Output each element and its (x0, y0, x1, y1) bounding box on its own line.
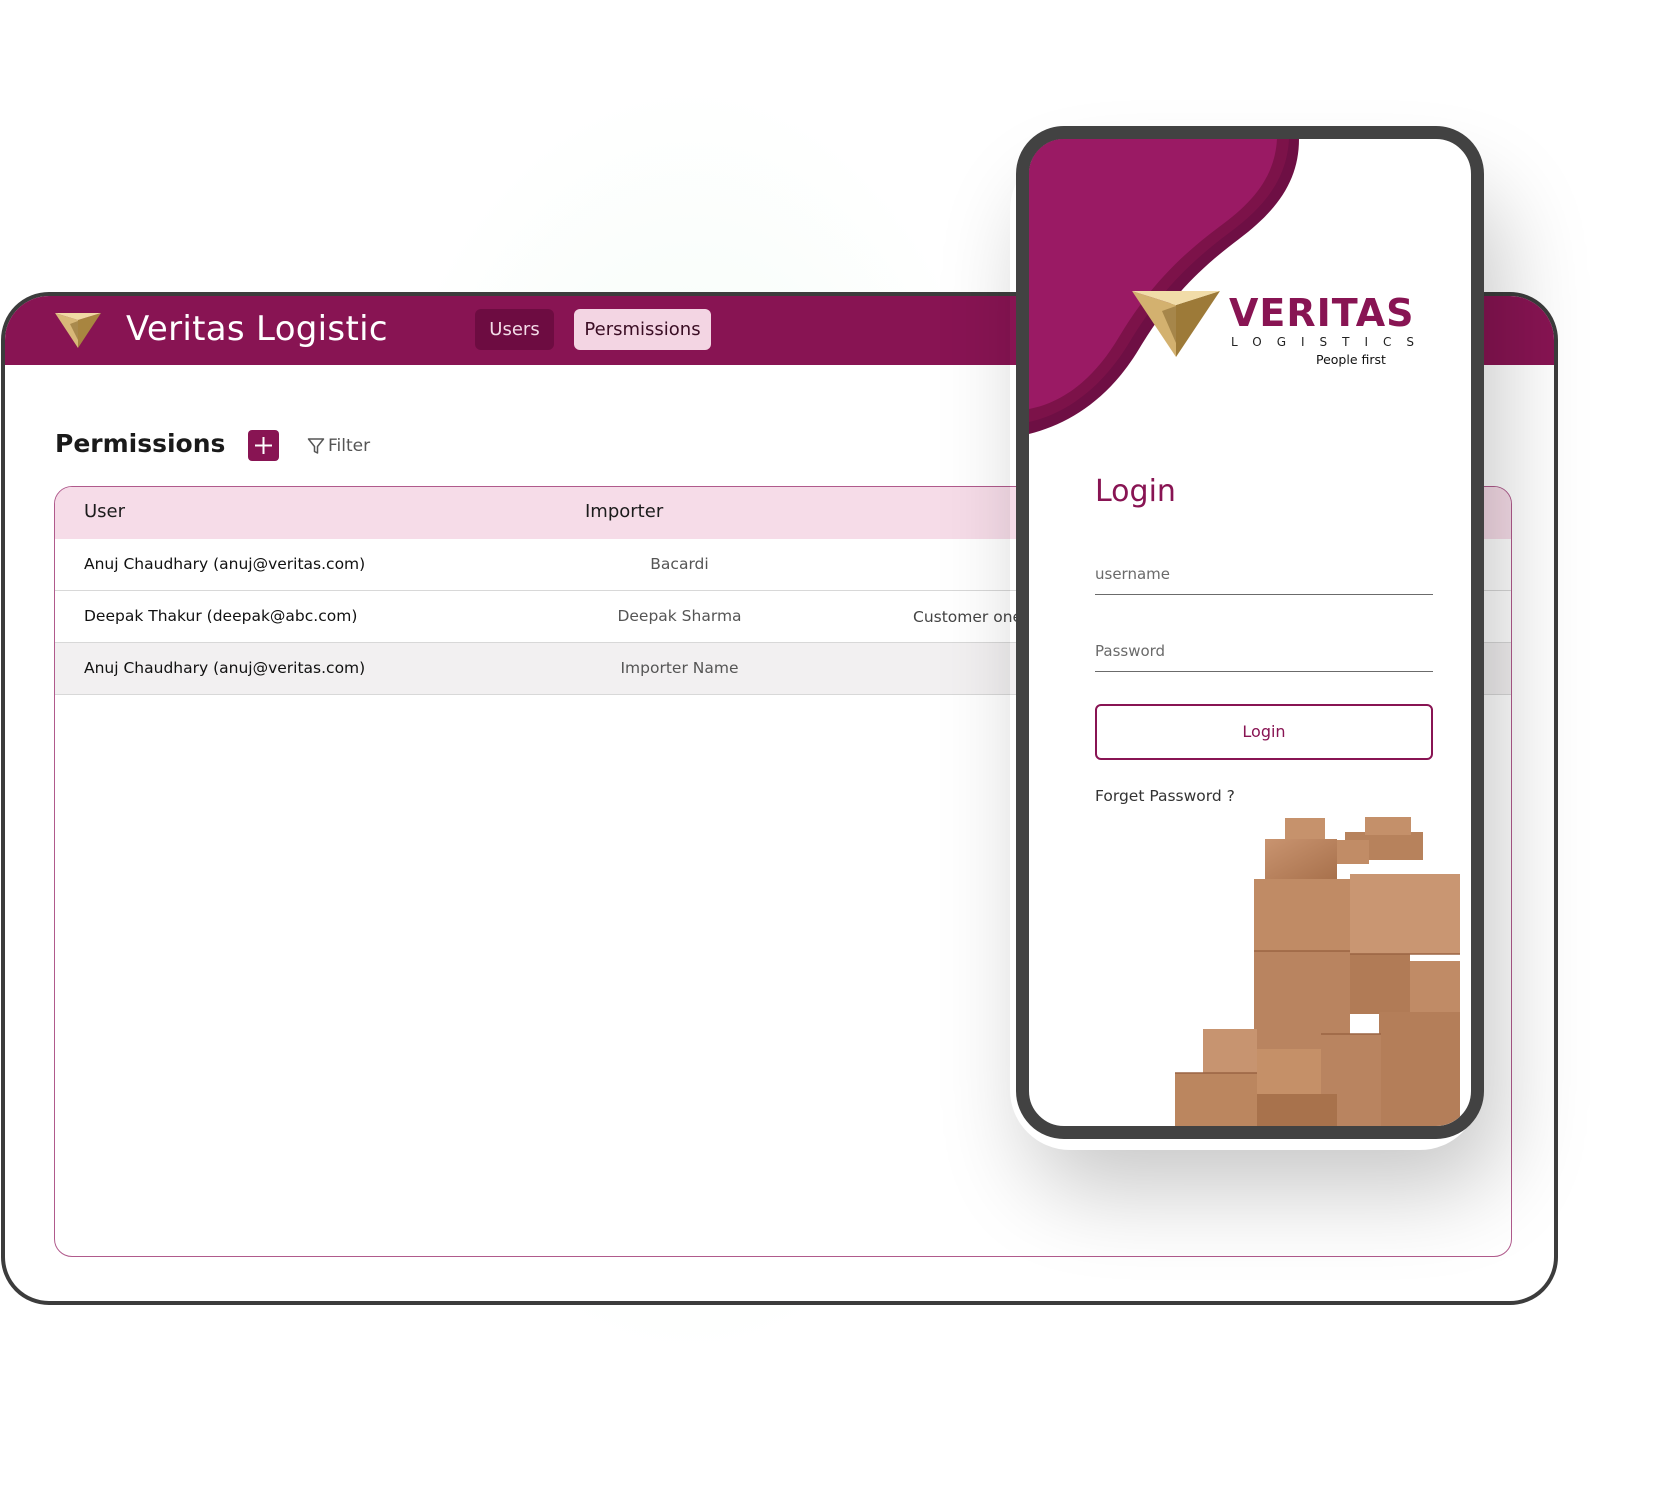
add-permission-button[interactable] (248, 430, 279, 461)
row-importer: Deepak Sharma (617, 607, 742, 625)
veritas-logo-icon (55, 313, 101, 348)
app-title: Veritas Logistic (126, 309, 388, 349)
filter-icon (307, 438, 325, 454)
row-user: Anuj Chaudhary (anuj@veritas.com) (84, 659, 366, 677)
row-user: Anuj Chaudhary (anuj@veritas.com) (84, 555, 366, 573)
column-header-user: User (84, 501, 126, 522)
filter-button[interactable]: Filter (307, 434, 370, 458)
row-importer: Bacardi (650, 555, 709, 573)
row-importer: Importer Name (620, 659, 739, 677)
column-header-importer: Importer (585, 501, 664, 522)
boxes-illustration (1175, 817, 1460, 1126)
row-user: Deepak Thakur (deepak@abc.com) (84, 607, 358, 625)
mobile-phone: VERITAS LOGISTICS People first Login Log… (1016, 126, 1484, 1139)
tab-users[interactable]: Users (475, 309, 554, 350)
page-title: Permissions (55, 429, 226, 458)
filter-label: Filter (328, 436, 371, 456)
tab-permissions[interactable]: Persmissions (574, 309, 711, 350)
plus-icon (255, 437, 272, 454)
